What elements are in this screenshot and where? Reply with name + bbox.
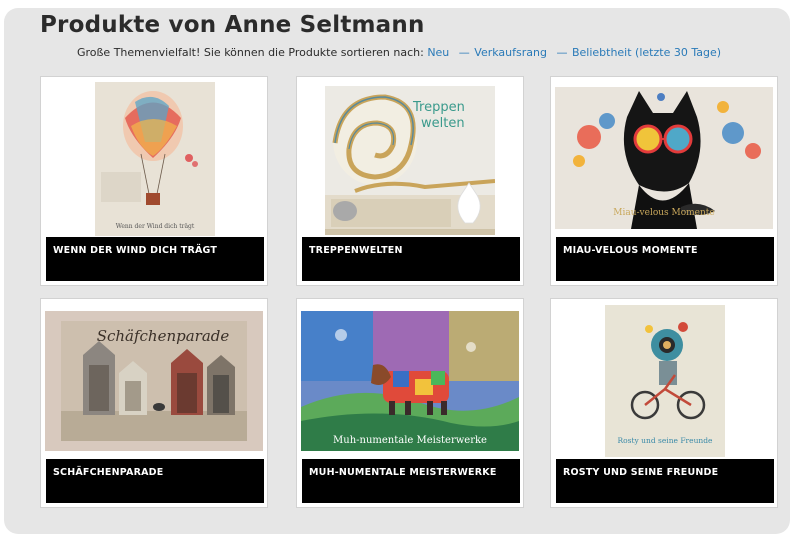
sort-sales-rank-link[interactable]: Verkaufsrang (474, 46, 547, 59)
image-caption: Wenn der Wind dich trägt (116, 223, 195, 230)
patchwork-cow-image: Muh-numentale Meisterwerke (301, 311, 519, 451)
hot-air-balloon-image: Wenn der Wind dich trägt (95, 82, 215, 236)
product-image[interactable]: Treppen welten (297, 77, 523, 237)
product-title[interactable]: MUH-NUMENTALE MEISTERWERKE (302, 459, 520, 503)
sheep-huts-image: Schäfchenparade (45, 311, 263, 451)
separator-dash: — (458, 46, 470, 59)
product-card[interactable]: Muh-numentale Meisterwerke MUH-NUMENTALE… (296, 298, 524, 508)
robot-on-bicycle-image: Rosty und seine Freunde (605, 305, 725, 457)
product-title[interactable]: ROSTY UND SEINE FREUNDE (556, 459, 774, 503)
separator-dash: — (556, 46, 568, 59)
product-image[interactable]: Wenn der Wind dich trägt (41, 77, 267, 237)
image-caption: Treppen (412, 100, 465, 115)
product-card[interactable]: Wenn der Wind dich trägt WENN DER WIND D… (40, 76, 268, 286)
product-card[interactable]: Schäfchenparade SCHÄFCHENPARADE (40, 298, 268, 508)
image-caption: welten (421, 116, 465, 131)
product-image[interactable]: Schäfchenparade (41, 299, 267, 459)
image-caption: Miau-velous Momente (613, 208, 715, 218)
product-title[interactable]: TREPPENWELTEN (302, 237, 520, 281)
image-caption: Schäfchenparade (97, 327, 230, 345)
product-title[interactable]: MIAU-VELOUS MOMENTE (556, 237, 774, 281)
product-image[interactable]: Muh-numentale Meisterwerke (297, 299, 523, 459)
product-card[interactable]: Miau-velous Momente MIAU-VELOUS MOMENTE (550, 76, 778, 286)
sort-new-link[interactable]: Neu (427, 46, 449, 59)
product-image[interactable]: Rosty und seine Freunde (551, 299, 777, 459)
sort-intro-text: Große Themenvielfalt! Sie können die Pro… (76, 46, 424, 59)
product-card[interactable]: Treppen welten TREPPENWELTEN (296, 76, 524, 286)
cat-with-sunglasses-image: Miau-velous Momente (555, 87, 773, 229)
page-title: Produkte von Anne Seltmann (40, 12, 425, 38)
spiral-staircase-image: Treppen welten (325, 83, 495, 235)
image-caption: Rosty und seine Freunde (618, 436, 714, 445)
product-title[interactable]: WENN DER WIND DICH TRÄGT (46, 237, 264, 281)
sort-popularity-link[interactable]: Beliebtheit (letzte 30 Tage) (572, 46, 721, 59)
sort-bar: Große Themenvielfalt! Sie können die Pro… (0, 46, 798, 59)
product-card[interactable]: Rosty und seine Freunde ROSTY UND SEINE … (550, 298, 778, 508)
product-title[interactable]: SCHÄFCHENPARADE (46, 459, 264, 503)
product-image[interactable]: Miau-velous Momente (551, 77, 777, 237)
image-caption: Muh-numentale Meisterwerke (333, 435, 487, 446)
